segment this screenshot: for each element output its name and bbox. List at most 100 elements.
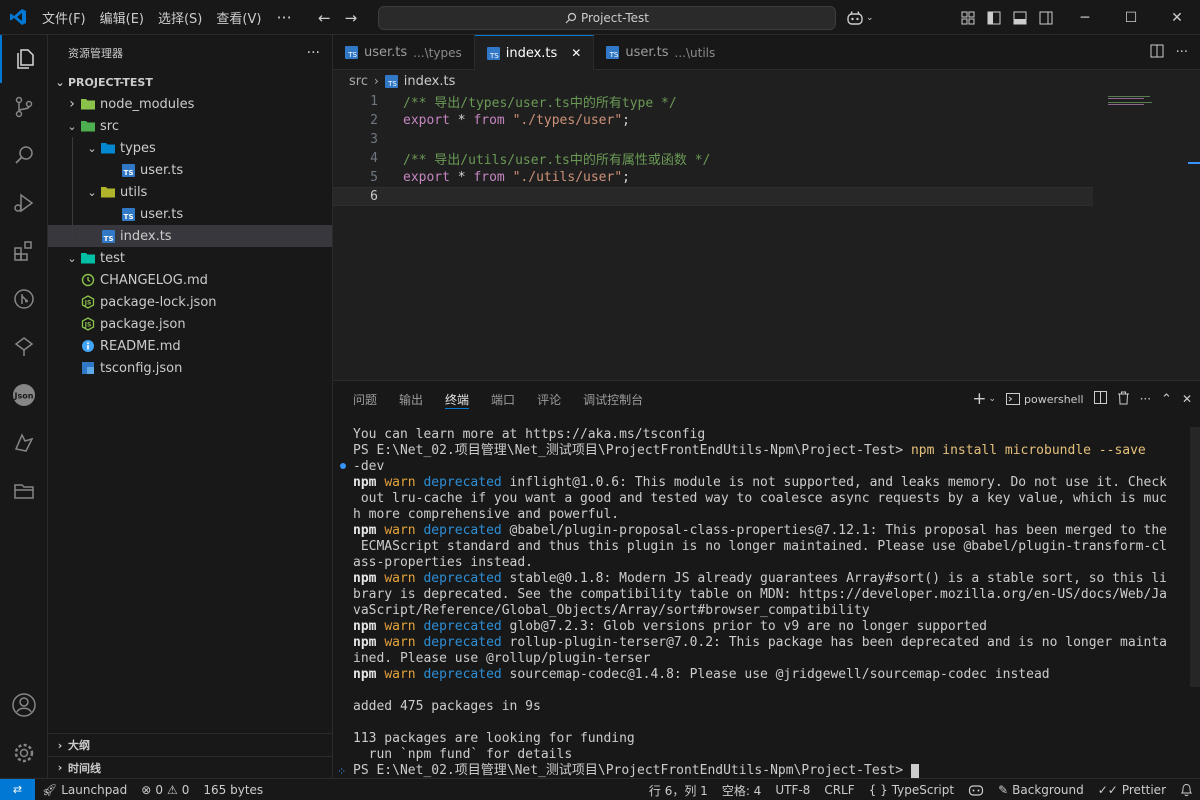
tree-item[interactable]: TS user.ts [48, 203, 332, 225]
extensions-icon[interactable] [0, 227, 48, 275]
tree-item[interactable]: CHANGELOG.md [48, 269, 332, 291]
chevron-down-icon[interactable]: ⌄ [988, 394, 996, 404]
terminal-text: warn [384, 475, 416, 490]
remote-explorer-icon[interactable] [0, 323, 48, 371]
command-center-label: Project-Test [581, 11, 649, 25]
toggle-secondary-sidebar-icon[interactable] [1036, 8, 1056, 28]
settings-gear-icon[interactable] [0, 729, 48, 777]
go-back-icon[interactable]: ← [318, 9, 331, 27]
json-icon[interactable]: Json [0, 371, 48, 419]
copilot-status-icon[interactable] [961, 779, 991, 800]
tree-item[interactable]: › node_modules [48, 93, 332, 115]
tab-index-ts[interactable]: TS index.ts ✕ [474, 35, 595, 70]
tree-item-label: CHANGELOG.md [100, 272, 208, 288]
code-line[interactable]: 3 [333, 130, 1093, 149]
customize-layout-icon[interactable] [958, 8, 978, 28]
close-icon[interactable]: ✕ [1154, 0, 1200, 35]
minimap[interactable] [1108, 94, 1188, 114]
maximize-panel-icon[interactable]: ⌃ [1161, 392, 1172, 407]
split-terminal-icon[interactable] [1093, 391, 1107, 407]
tab-user-ts-types[interactable]: TS user.ts ...\types [333, 35, 475, 70]
editor-more-icon[interactable]: ··· [1176, 45, 1188, 60]
terminal-line: -dev [353, 459, 1187, 475]
source-control-icon[interactable] [0, 83, 48, 131]
tree-item[interactable]: JS package-lock.json [48, 291, 332, 313]
terminal-line: npm warn deprecated glob@7.2.3: Glob ver… [353, 619, 1187, 635]
code-line[interactable]: 1 /** 导出/types/user.ts中的所有type */ [333, 92, 1093, 111]
launchpad-item[interactable]: 🚀︎ Launchpad [35, 779, 134, 800]
timeline-section[interactable]: › 时间线 [48, 756, 333, 778]
panel-more-icon[interactable]: ··· [1140, 392, 1151, 406]
indentation-item[interactable]: 空格: 4 [715, 779, 769, 800]
tree-item[interactable]: ⌄ test [48, 247, 332, 269]
terminal-scrollbar[interactable] [1190, 427, 1200, 687]
menu-selection[interactable]: 选择(S) [151, 0, 209, 35]
tree-item[interactable]: ⌄ src [48, 115, 332, 137]
file-size-item[interactable]: 165 bytes [196, 779, 270, 800]
code-line[interactable]: 2 export * from "./types/user"; [333, 111, 1093, 130]
tree-item[interactable]: ⌄ types [48, 137, 332, 159]
encoding-item[interactable]: UTF-8 [768, 779, 817, 800]
explorer-icon[interactable] [0, 35, 48, 83]
minimize-icon[interactable]: ─ [1062, 0, 1108, 35]
tree-item[interactable]: TS user.ts [48, 159, 332, 181]
explorer-more-icon[interactable]: ··· [307, 45, 320, 61]
toggle-panel-icon[interactable] [1010, 8, 1030, 28]
panel-tab[interactable]: 输出 [391, 381, 431, 417]
code-line[interactable]: 4 /** 导出/utils/user.ts中的所有属性或函数 */ [333, 149, 1093, 168]
notifications-bell-icon[interactable] [1173, 779, 1200, 800]
panel-tab[interactable]: 调试控制台 [575, 381, 651, 417]
command-center-search[interactable]: Project-Test [378, 6, 836, 30]
live-share-icon[interactable] [0, 419, 48, 467]
terminal-selector[interactable]: powershell [1005, 392, 1084, 406]
close-panel-icon[interactable]: ✕ [1182, 392, 1192, 406]
warning-icon: ⚠ [166, 782, 178, 797]
tree-item[interactable]: tsconfig.json [48, 357, 332, 379]
panel-tab[interactable]: 问题 [345, 381, 385, 417]
terminal-output[interactable]: You can learn more at https://aka.ms/tsc… [353, 427, 1187, 779]
menu-file[interactable]: 文件(F) [35, 0, 93, 35]
svg-text:JS: JS [84, 322, 92, 329]
code-line[interactable]: 6 [333, 187, 1093, 206]
remote-indicator-icon[interactable]: ⇄ [0, 778, 35, 800]
cursor-position-item[interactable]: 行 6，列 1 [642, 779, 715, 800]
tab-user-ts-utils[interactable]: TS user.ts ...\utils [594, 35, 727, 70]
tree-item[interactable]: JS package.json [48, 313, 332, 335]
menu-view[interactable]: 查看(V) [209, 0, 268, 35]
menu-edit[interactable]: 编辑(E) [93, 0, 151, 35]
tree-item[interactable]: README.md [48, 335, 332, 357]
new-terminal-icon[interactable]: + [972, 389, 986, 409]
code-line[interactable]: 5 export * from "./utils/user"; [333, 168, 1093, 187]
background-item[interactable]: ✎ Background [991, 779, 1091, 800]
terminal-text: ECMAScript standard and thus this plugin… [353, 539, 1167, 554]
toggle-sidebar-icon[interactable] [984, 8, 1004, 28]
copilot-button[interactable]: ⌄ [846, 6, 874, 30]
outline-section[interactable]: › 大纲 [48, 734, 333, 756]
tree-item[interactable]: TS index.ts [48, 225, 332, 247]
git-graph-icon[interactable] [0, 275, 48, 323]
panel-tab[interactable]: 终端 [437, 381, 477, 417]
breadcrumb-file[interactable]: index.ts [404, 74, 456, 89]
problems-item[interactable]: ⊗ 0 ⚠ 0 [134, 779, 196, 800]
run-debug-icon[interactable] [0, 179, 48, 227]
language-mode-item[interactable]: { } TypeScript [862, 779, 961, 800]
menu-more-icon[interactable]: ··· [268, 8, 299, 27]
project-manager-icon[interactable] [0, 467, 48, 515]
chevron-down-icon: ⌄ [67, 251, 77, 265]
go-forward-icon[interactable]: → [345, 9, 358, 27]
eol-item[interactable]: CRLF [817, 779, 861, 800]
nodejs-file-icon: JS [80, 316, 96, 332]
split-editor-icon[interactable] [1150, 44, 1164, 62]
tree-item[interactable]: ⌄ utils [48, 181, 332, 203]
maximize-icon[interactable]: ☐ [1108, 0, 1154, 35]
panel-tab[interactable]: 评论 [529, 381, 569, 417]
panel-tab[interactable]: 端口 [483, 381, 523, 417]
accounts-icon[interactable] [0, 681, 48, 729]
prettier-item[interactable]: ✓✓ Prettier [1091, 779, 1173, 800]
trash-icon[interactable] [1117, 391, 1130, 408]
search-icon[interactable] [0, 131, 48, 179]
code-editor[interactable]: 1/** 导出/types/user.ts中的所有type */2 export … [333, 92, 1200, 380]
breadcrumb-folder[interactable]: src [349, 74, 368, 89]
tab-close-icon[interactable]: ✕ [571, 46, 581, 60]
project-root-header[interactable]: ⌄ PROJECT-TEST [48, 71, 332, 93]
